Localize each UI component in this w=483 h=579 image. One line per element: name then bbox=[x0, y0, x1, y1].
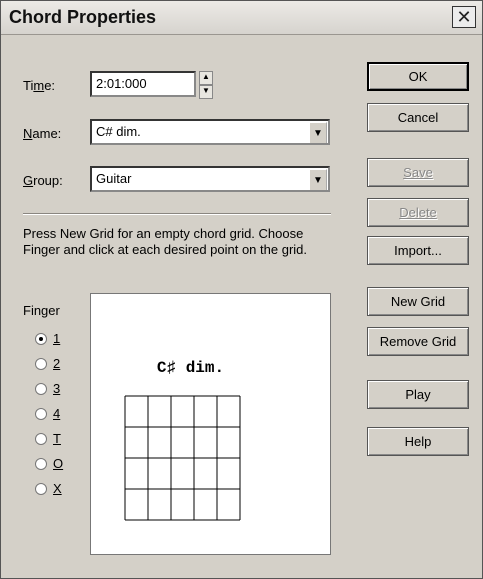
help-button[interactable]: Help bbox=[367, 427, 469, 456]
save-button[interactable]: Save bbox=[367, 158, 469, 187]
finger-option-label: T bbox=[53, 431, 61, 446]
ok-button[interactable]: OK bbox=[367, 62, 469, 91]
radio-icon[interactable] bbox=[35, 357, 47, 370]
group-value: Guitar bbox=[96, 171, 132, 186]
spin-down-icon[interactable]: ▼ bbox=[199, 85, 213, 99]
close-icon: ✕ bbox=[456, 7, 472, 27]
play-button[interactable]: Play bbox=[367, 380, 469, 409]
finger-option-label: 2 bbox=[53, 356, 61, 371]
window-title: Chord Properties bbox=[9, 7, 157, 27]
chevron-down-icon[interactable]: ▼ bbox=[309, 169, 327, 190]
name-label: Name: bbox=[23, 126, 62, 141]
cancel-button[interactable]: Cancel bbox=[367, 103, 469, 132]
finger-option-label: 1 bbox=[53, 331, 61, 346]
finger-option-x[interactable]: X bbox=[35, 481, 62, 496]
finger-option-label: 4 bbox=[53, 406, 61, 421]
radio-icon[interactable] bbox=[35, 482, 47, 495]
radio-icon[interactable] bbox=[35, 432, 47, 445]
import-button[interactable]: Import... bbox=[367, 236, 469, 265]
finger-option-3[interactable]: 3 bbox=[35, 381, 60, 396]
group-combobox[interactable]: Guitar ▼ bbox=[90, 166, 330, 192]
radio-icon[interactable] bbox=[35, 407, 47, 420]
finger-option-2[interactable]: 2 bbox=[35, 356, 60, 371]
chevron-down-icon[interactable]: ▼ bbox=[309, 122, 327, 143]
finger-option-o[interactable]: O bbox=[35, 456, 63, 471]
separator bbox=[23, 213, 331, 215]
name-combobox[interactable]: C# dim. ▼ bbox=[90, 119, 330, 145]
radio-icon[interactable] bbox=[35, 332, 47, 345]
time-field[interactable]: 2:01:000 bbox=[90, 71, 196, 97]
remove-grid-button[interactable]: Remove Grid bbox=[367, 327, 469, 356]
name-value: C# dim. bbox=[96, 124, 141, 139]
instructions-text: Press New Grid for an empty chord grid. … bbox=[23, 226, 308, 257]
radio-icon[interactable] bbox=[35, 382, 47, 395]
finger-option-label: O bbox=[53, 456, 64, 471]
chord-grid-area[interactable]: C♯ dim. bbox=[90, 293, 331, 555]
delete-button[interactable]: Delete bbox=[367, 198, 469, 227]
time-spinner[interactable]: ▲ ▼ bbox=[199, 71, 213, 99]
chord-name-label: C♯ dim. bbox=[156, 359, 225, 377]
chord-properties-dialog: Chord Properties ✕ Time: 2:01:000 ▲ ▼ Na… bbox=[0, 0, 483, 579]
close-button[interactable]: ✕ bbox=[452, 6, 476, 28]
time-label: Time: bbox=[23, 78, 56, 93]
spin-up-icon[interactable]: ▲ bbox=[199, 71, 213, 85]
new-grid-button[interactable]: New Grid bbox=[367, 287, 469, 316]
radio-icon[interactable] bbox=[35, 457, 47, 470]
finger-option-label: X bbox=[53, 481, 62, 496]
finger-option-label: 3 bbox=[53, 381, 61, 396]
finger-option-4[interactable]: 4 bbox=[35, 406, 60, 421]
fretboard-grid[interactable] bbox=[123, 394, 243, 524]
finger-label: Finger bbox=[23, 303, 60, 318]
title-bar: Chord Properties ✕ bbox=[1, 1, 482, 35]
group-label: Group: bbox=[23, 173, 63, 188]
finger-option-1[interactable]: 1 bbox=[35, 331, 60, 346]
finger-option-t[interactable]: T bbox=[35, 431, 61, 446]
